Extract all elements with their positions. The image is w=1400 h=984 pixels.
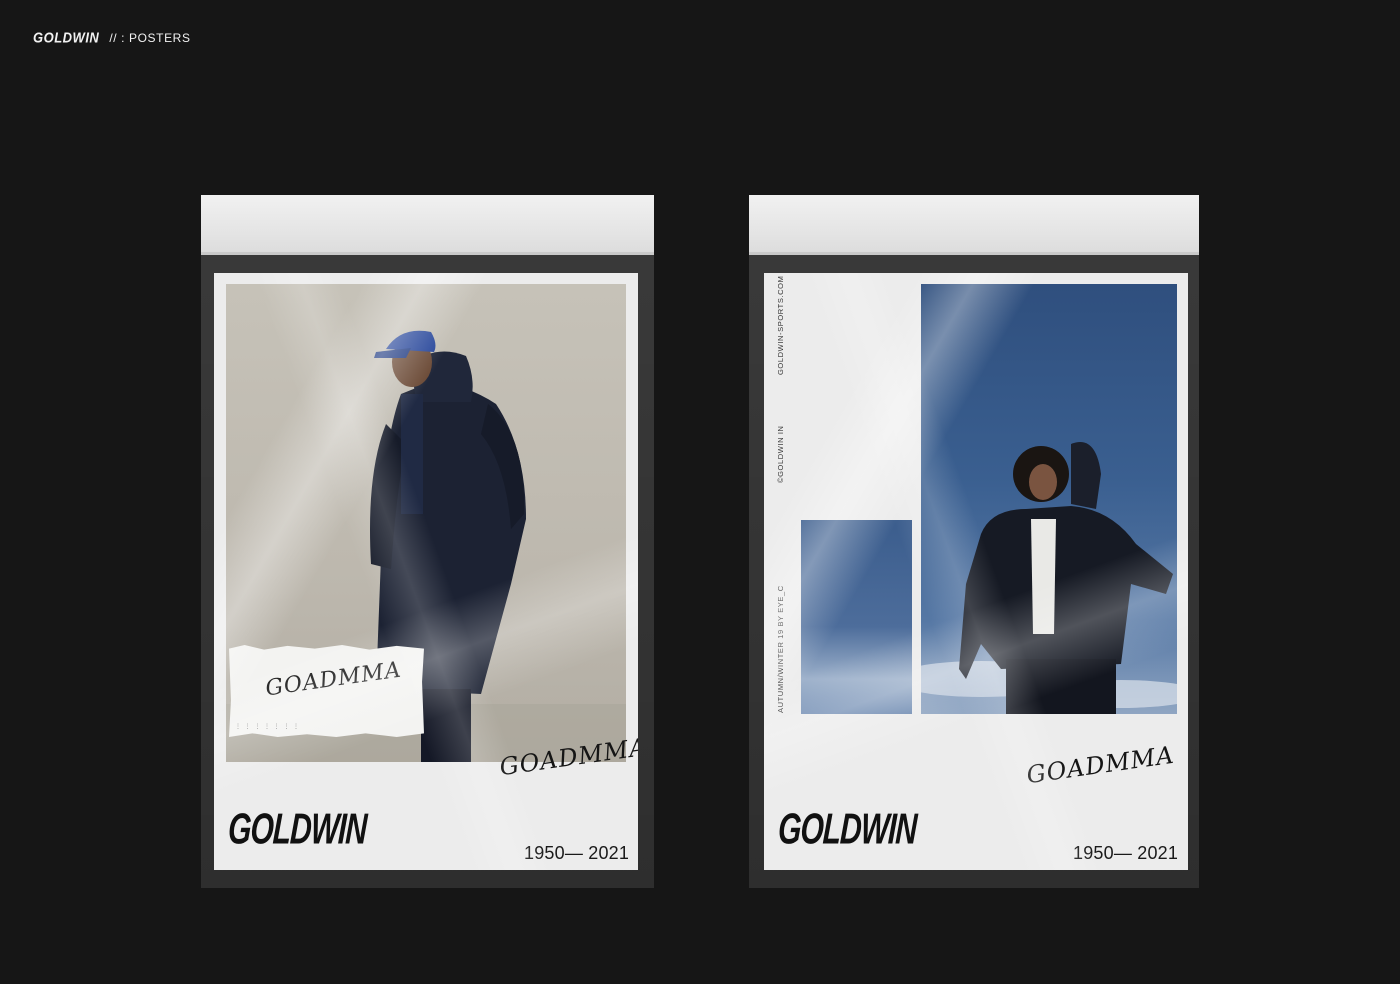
poster-left-years: 1950— 2021 [524, 843, 630, 863]
poster-right-side-text-copyright: ©GOLDWIN IN [776, 425, 785, 483]
poster-left: GOADMMA ⋮ ⋮ ⋮ ⋮ ⋮ ⋮ ⋮ GOADMMA GOLDWIN 19… [214, 273, 638, 870]
poster-mockup-canvas: GOLDWIN // : POSTERS GOADMMA ⋮ ⋮ ⋮ ⋮ ⋮ ⋮… [0, 0, 1400, 984]
poster-right-main-photo [921, 284, 1177, 714]
poster-right-signature: GOADMMA [1024, 740, 1177, 790]
poster-right-side-text-season: AUTUMN/WINTER 19 BY EYE_C [776, 585, 785, 713]
page-header: GOLDWIN // : POSTERS [33, 28, 191, 47]
poster-right-side-text-url: GOLDWIN-SPORTS.COM [776, 275, 785, 375]
sleeve-seal-strip [201, 195, 654, 255]
sleeve-seal-strip [749, 195, 1199, 255]
poster-right-small-sky-photo [801, 520, 912, 714]
poster-right-years: 1950— 2021 [1073, 843, 1179, 863]
header-brand: GOLDWIN [33, 28, 100, 47]
model-figure-illustration [921, 442, 1177, 714]
note-signature: GOADMMA [263, 657, 404, 702]
poster-right: AUTUMN/WINTER 19 BY EYE_C ©GOLDWIN IN GO… [764, 273, 1188, 870]
note-fine-print: ⋮ ⋮ ⋮ ⋮ ⋮ ⋮ ⋮ [235, 724, 301, 730]
header-section-label: // : POSTERS [109, 31, 191, 45]
torn-paper-note: GOADMMA ⋮ ⋮ ⋮ ⋮ ⋮ ⋮ ⋮ [229, 645, 424, 737]
poster-right-logo: GOLDWIN [777, 805, 918, 854]
poster-left-logo: GOLDWIN [227, 805, 368, 854]
